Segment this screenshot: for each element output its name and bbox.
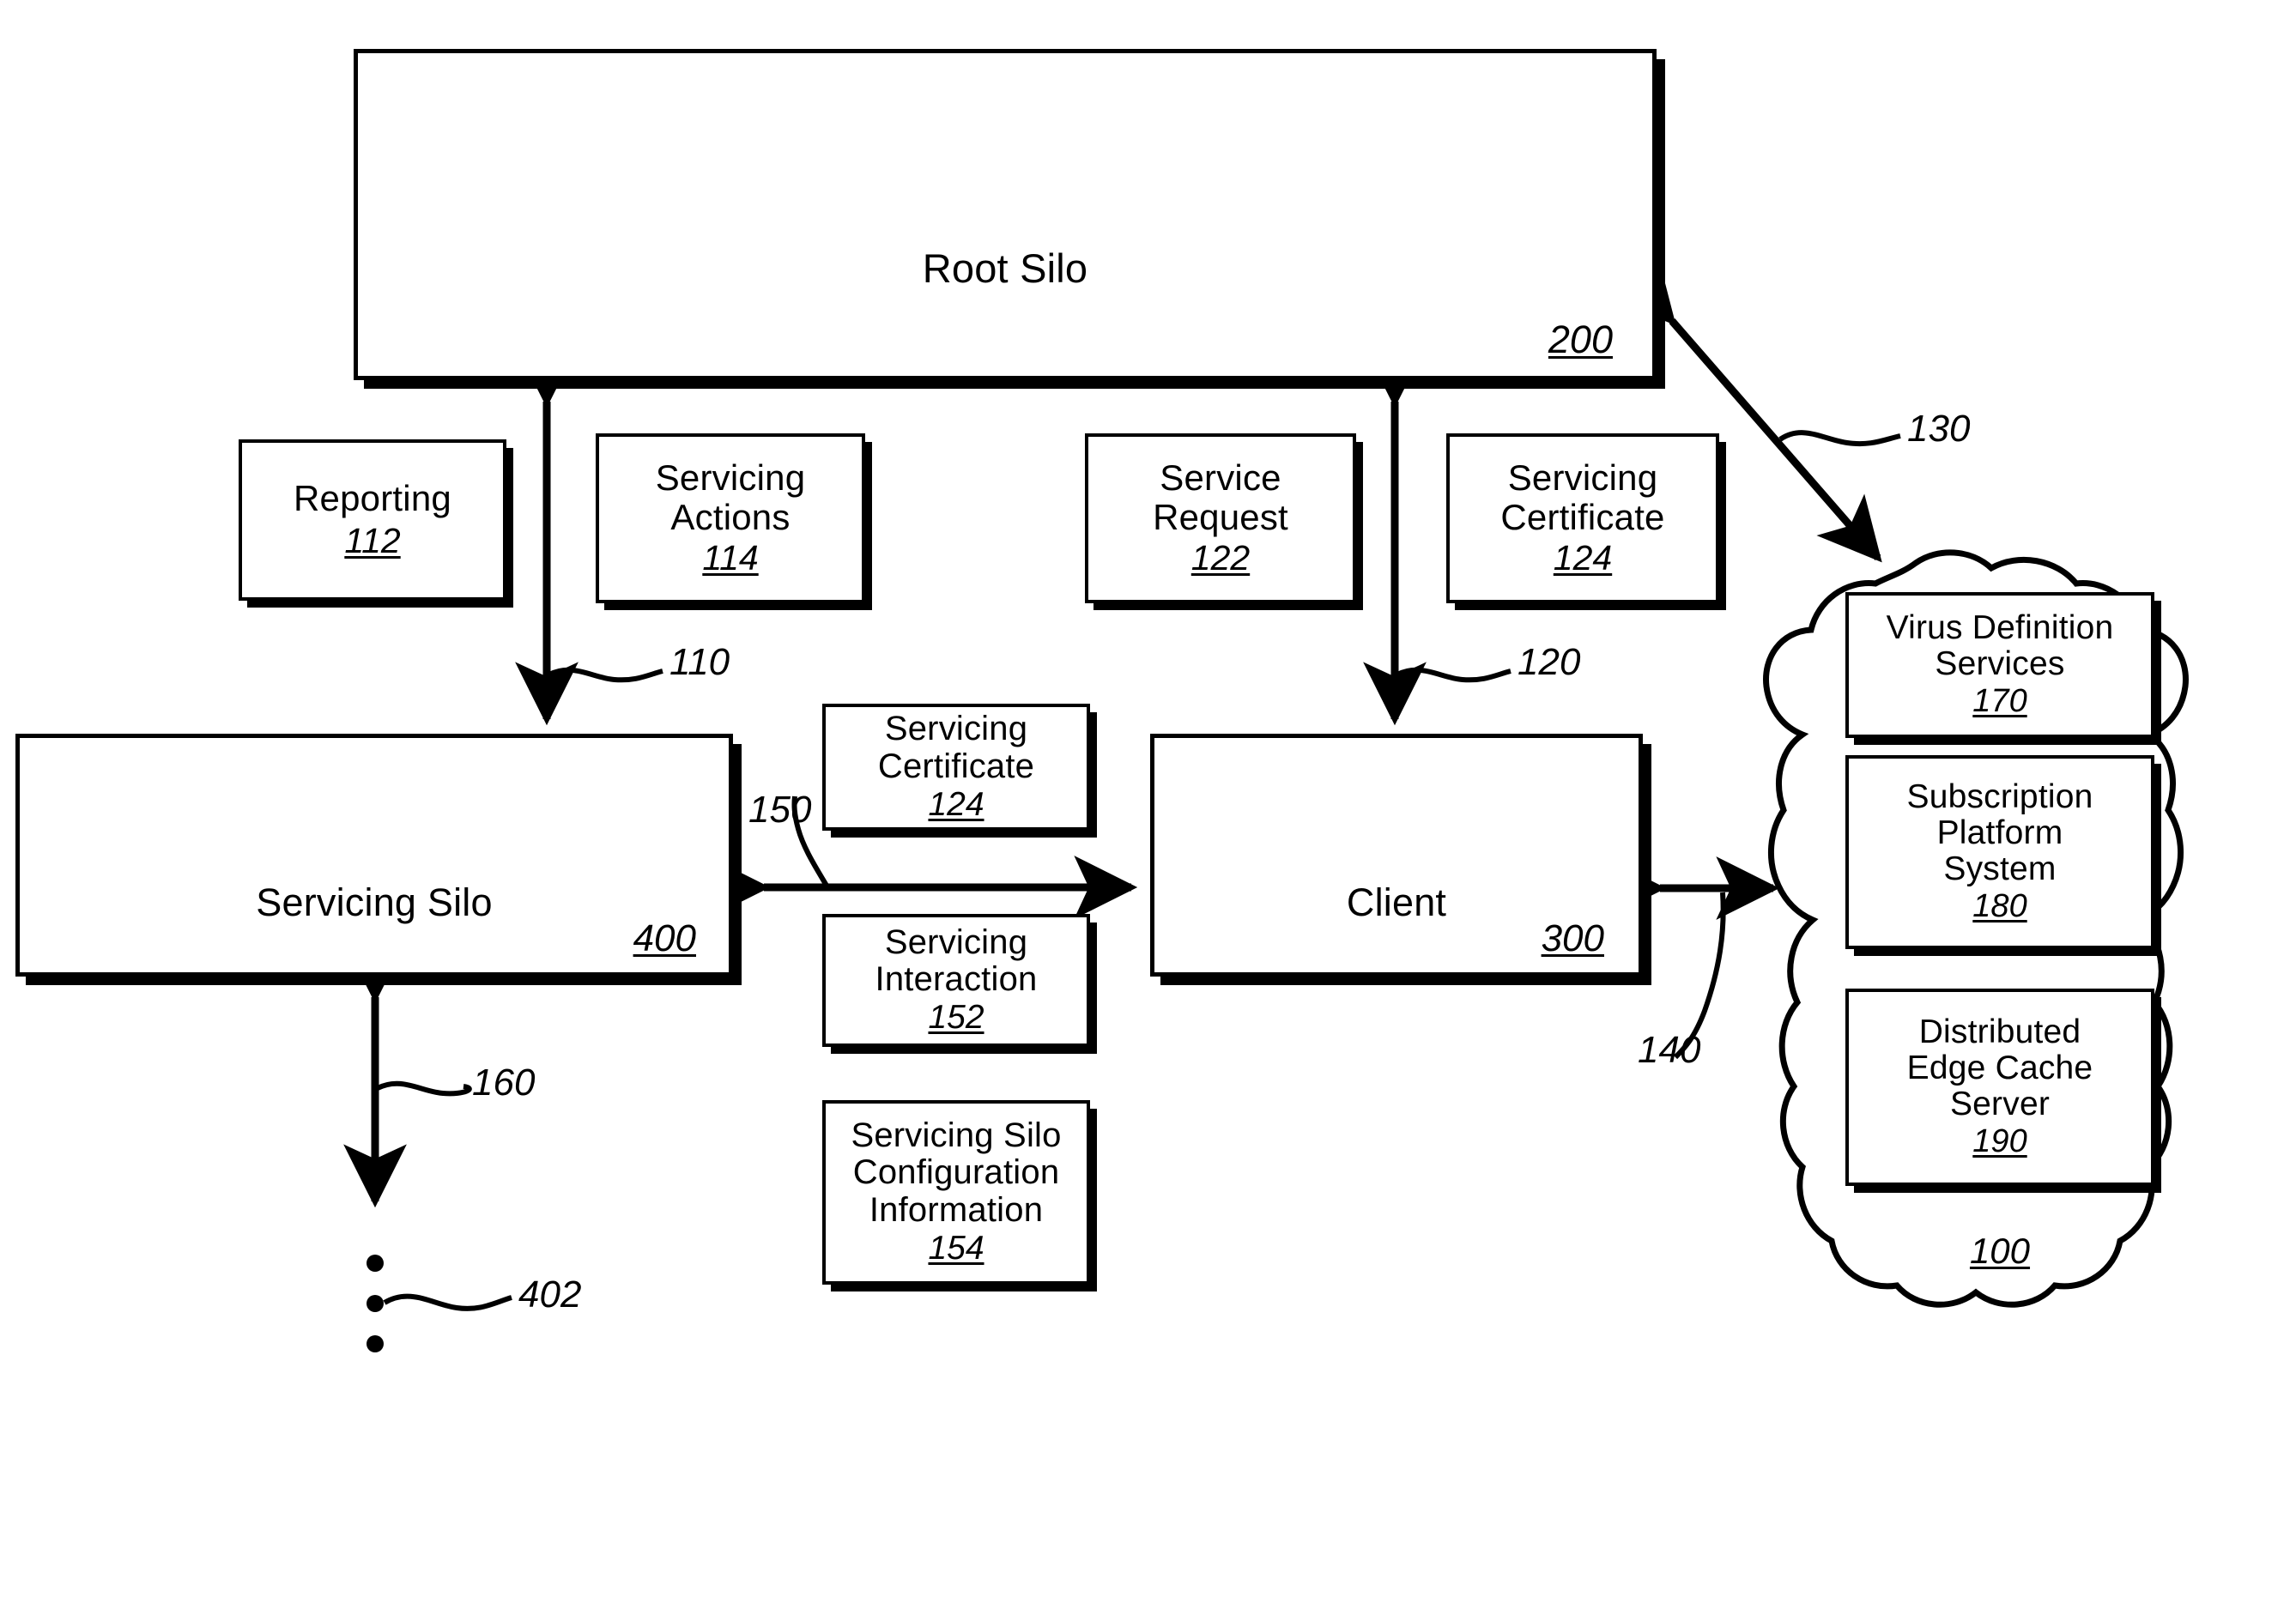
node-root-silo-ref: 200 bbox=[1548, 318, 1613, 361]
connector-label-140: 140 bbox=[1638, 1029, 1701, 1071]
node-virus-definition-services-line1: Virus Definition bbox=[1886, 608, 2114, 646]
cloud-ref-100: 100 bbox=[1969, 1231, 2031, 1271]
ellipsis-dot-3 bbox=[367, 1335, 384, 1352]
node-servicing-silo-config-ref: 154 bbox=[928, 1229, 984, 1267]
node-subscription-platform-system-ref: 180 bbox=[1972, 888, 2027, 925]
node-virus-definition-services-ref: 170 bbox=[1972, 683, 2027, 720]
node-distributed-edge-cache-server-ref: 190 bbox=[1972, 1123, 2027, 1160]
connector-label-110: 110 bbox=[669, 641, 730, 683]
node-distributed-edge-cache-server-line2: Edge Cache bbox=[1906, 1049, 2093, 1086]
node-subscription-platform-system-line2: Platform bbox=[1936, 814, 2063, 851]
connector-label-150: 150 bbox=[748, 789, 812, 831]
node-servicing-silo-config-line2: Configuration bbox=[852, 1153, 1060, 1192]
node-virus-definition-services-line2: Services bbox=[1935, 645, 2065, 682]
node-servicing-certificate-mid-line1: Servicing bbox=[884, 710, 1028, 748]
node-servicing-interaction-line2: Interaction bbox=[875, 960, 1038, 998]
node-reporting[interactable]: Reporting 112 bbox=[239, 439, 506, 601]
node-servicing-silo-config[interactable]: Servicing Silo Configuration Information… bbox=[822, 1100, 1090, 1285]
node-servicing-silo-config-line3: Information bbox=[869, 1190, 1044, 1229]
node-servicing-interaction-ref: 152 bbox=[928, 999, 984, 1037]
node-root-silo[interactable]: Root Silo 200 bbox=[354, 49, 1657, 380]
node-servicing-actions-ref: 114 bbox=[702, 537, 759, 578]
node-subscription-platform-system-line1: Subscription bbox=[1906, 777, 2093, 815]
node-client-ref: 300 bbox=[1541, 917, 1604, 959]
node-servicing-silo-label: Servicing Silo bbox=[256, 880, 493, 924]
node-subscription-platform-system[interactable]: Subscription Platform System 180 bbox=[1845, 755, 2154, 949]
node-servicing-silo-config-line1: Servicing Silo bbox=[851, 1116, 1062, 1155]
node-servicing-certificate-mid-line2: Certificate bbox=[877, 747, 1035, 785]
node-service-request-ref: 122 bbox=[1190, 537, 1251, 578]
node-servicing-interaction[interactable]: Servicing Interaction 152 bbox=[822, 914, 1090, 1047]
node-servicing-certificate-top-line1: Servicing bbox=[1507, 457, 1658, 499]
node-servicing-certificate-top-line2: Certificate bbox=[1500, 496, 1665, 537]
node-distributed-edge-cache-server[interactable]: Distributed Edge Cache Server 190 bbox=[1845, 989, 2154, 1186]
node-servicing-certificate-top-ref: 124 bbox=[1553, 537, 1613, 578]
node-servicing-certificate-top[interactable]: Servicing Certificate 124 bbox=[1446, 433, 1719, 603]
node-servicing-actions-line1: Servicing bbox=[655, 457, 806, 499]
node-servicing-silo-ref: 400 bbox=[633, 917, 696, 959]
node-distributed-edge-cache-server-line1: Distributed bbox=[1918, 1013, 2081, 1050]
node-virus-definition-services[interactable]: Virus Definition Services 170 bbox=[1845, 592, 2154, 738]
node-service-request[interactable]: Service Request 122 bbox=[1085, 433, 1356, 603]
patent-figure: Root Silo 200 Reporting 112 Servicing Ac… bbox=[0, 0, 2296, 1603]
node-service-request-line1: Service bbox=[1160, 457, 1281, 499]
node-servicing-actions-line2: Actions bbox=[670, 496, 791, 537]
connector-160-arrow bbox=[343, 940, 472, 1208]
ellipsis-dot-2 bbox=[367, 1295, 384, 1312]
node-reporting-label: Reporting bbox=[294, 477, 451, 518]
node-root-silo-label: Root Silo bbox=[922, 245, 1088, 291]
node-distributed-edge-cache-server-line3: Server bbox=[1949, 1086, 2051, 1123]
node-service-request-line2: Request bbox=[1153, 496, 1288, 537]
node-servicing-certificate-mid-ref: 124 bbox=[928, 785, 984, 823]
node-servicing-certificate-mid[interactable]: Servicing Certificate 124 bbox=[822, 704, 1090, 831]
connector-label-120: 120 bbox=[1518, 641, 1581, 683]
node-client[interactable]: Client 300 bbox=[1150, 734, 1643, 977]
ellipsis-dot-1 bbox=[367, 1255, 384, 1272]
node-servicing-silo[interactable]: Servicing Silo 400 bbox=[15, 734, 733, 977]
node-subscription-platform-system-line3: System bbox=[1943, 850, 2057, 888]
connector-402-leader bbox=[383, 1293, 512, 1311]
connector-label-130: 130 bbox=[1907, 408, 1971, 450]
node-servicing-interaction-line1: Servicing bbox=[884, 922, 1028, 961]
connector-label-160: 160 bbox=[472, 1062, 536, 1104]
node-servicing-actions[interactable]: Servicing Actions 114 bbox=[596, 433, 865, 603]
connector-label-402: 402 bbox=[518, 1273, 582, 1316]
node-reporting-ref: 112 bbox=[344, 521, 401, 561]
